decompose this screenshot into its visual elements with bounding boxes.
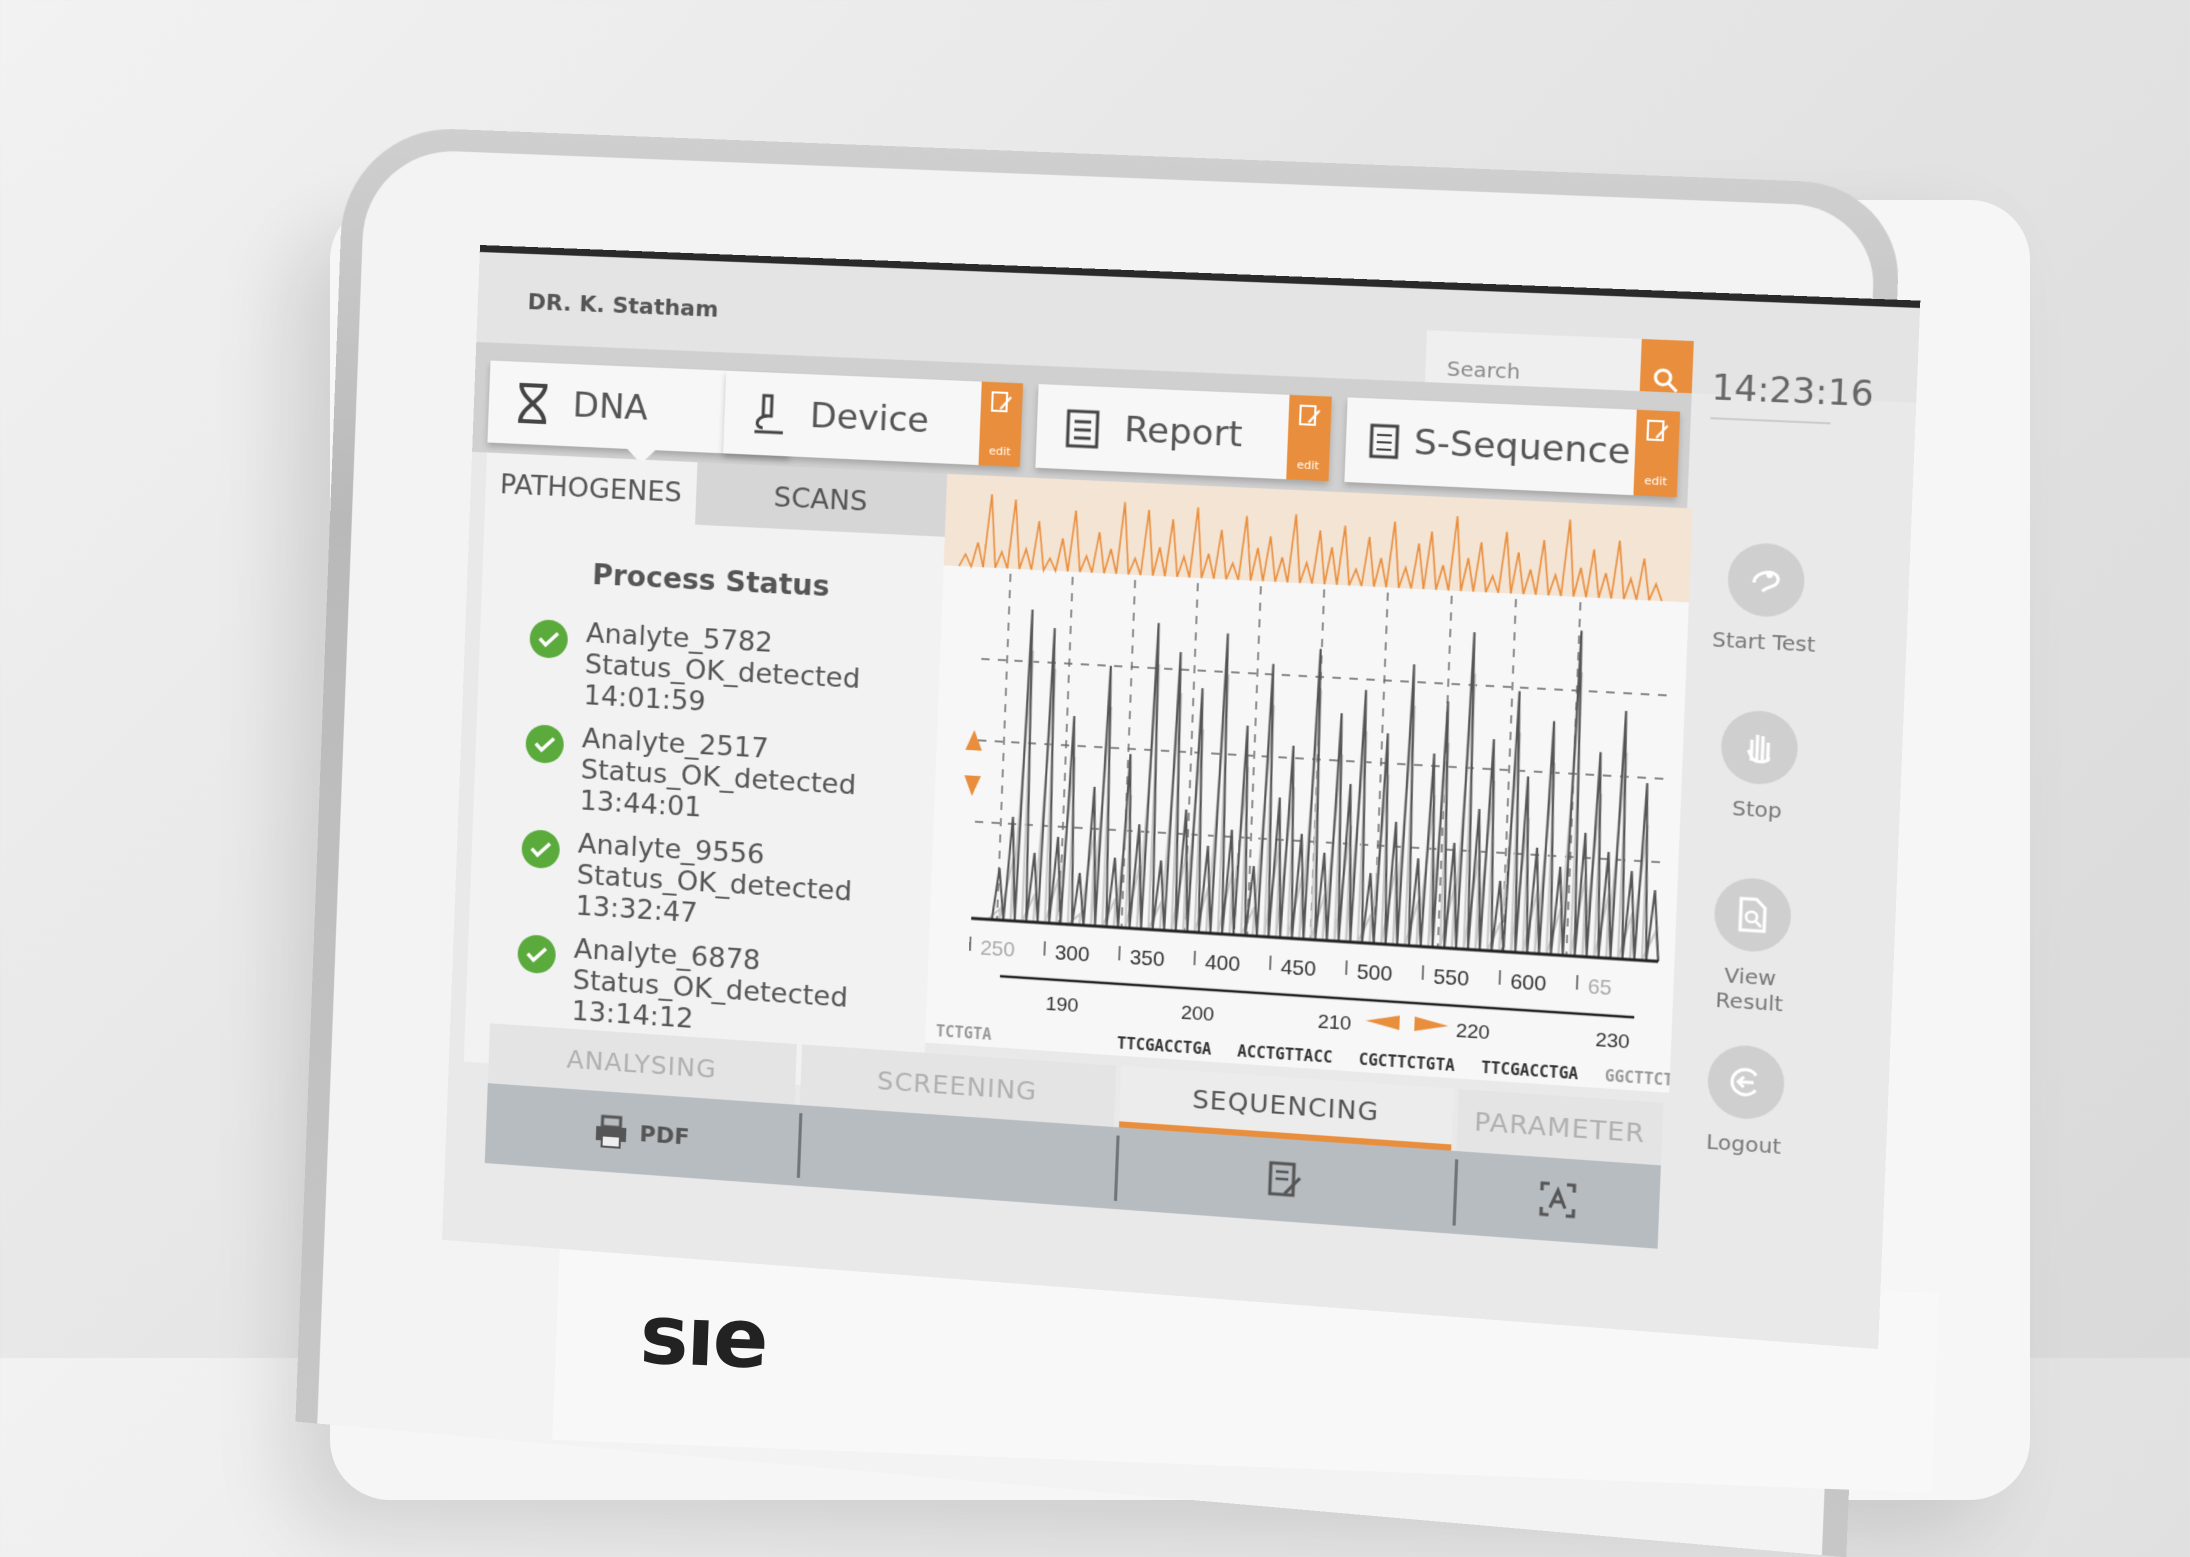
check-circle-icon [525, 723, 565, 765]
screen: DR. K. Statham Search 14:23:16 DNA edit … [441, 245, 1921, 1350]
x-tick-label: 250 [980, 937, 1015, 962]
clipboard-icon [1059, 404, 1106, 451]
start-test-button[interactable]: Start Test [1703, 541, 1828, 658]
tab-pathogenes[interactable]: PATHOGENES [484, 452, 698, 525]
brand-logo: sıe [638, 1287, 769, 1388]
x-tick-label: 65 [1587, 976, 1612, 1000]
position-tick-label: 200 [1181, 1002, 1215, 1026]
tab-device[interactable]: Device edit [723, 370, 1024, 467]
grid-line [975, 822, 1662, 863]
sequence-text: CGCTTCTGTA [1358, 1050, 1455, 1075]
position-tick-label: 220 [1455, 1020, 1490, 1044]
start-test-icon [1726, 541, 1806, 619]
edit-icon [1298, 403, 1322, 429]
x-tick-label: 400 [1205, 951, 1241, 976]
check-circle-icon [529, 618, 569, 660]
tab-dna-label: DNA [571, 385, 649, 429]
tab-scans[interactable]: SCANS [695, 462, 948, 537]
process-status-title: Process Status [591, 557, 831, 604]
tab-s-sequence-label: S-Sequence [1413, 421, 1632, 474]
logout-button[interactable]: Logout [1683, 1042, 1807, 1161]
sequence-text: TTCGACCTGA [1117, 1034, 1212, 1059]
view-result-label: View Result [1715, 962, 1784, 1017]
position-tick-label: 230 [1595, 1029, 1630, 1053]
tab-device-label: Device [809, 395, 930, 442]
check-circle-icon [517, 933, 557, 975]
edit-device-button[interactable]: edit [978, 381, 1024, 467]
logout-icon [1706, 1043, 1786, 1122]
hand-icon [1719, 708, 1800, 787]
tab-report[interactable]: Report edit [1035, 384, 1332, 482]
x-tick-mark [1577, 975, 1578, 990]
tab-report-label: Report [1123, 409, 1244, 456]
search-icon [1652, 367, 1681, 395]
edit-label: edit [988, 444, 1011, 459]
sequence-text: TCTGTA [936, 1022, 992, 1044]
sequence-text: GGCTTCTGTA [1603, 1091, 1692, 1092]
edit-icon [1645, 419, 1670, 445]
x-tick-label: 550 [1433, 966, 1470, 991]
edit-report-button[interactable]: edit [1286, 394, 1332, 482]
x-tick-label: 300 [1054, 942, 1090, 967]
grid-line [981, 659, 1668, 696]
sequence-text: TTCGACCTGA [1481, 1058, 1579, 1083]
edit-s-sequence-button[interactable]: edit [1633, 409, 1681, 498]
text-recognition-button[interactable] [1455, 1151, 1661, 1249]
series-overview-line [959, 491, 1665, 601]
stop-button[interactable]: Stop [1697, 708, 1822, 826]
nav-right-arrow [1414, 1016, 1449, 1034]
x-tick-label: 500 [1356, 961, 1392, 986]
x-tick-mark [1270, 956, 1271, 970]
x-tick-label: 450 [1280, 956, 1316, 981]
clock: 14:23:16 [1710, 366, 1875, 415]
x-tick-mark [1194, 951, 1195, 965]
clock-divider [1710, 417, 1831, 425]
nav-left-arrow [1365, 1013, 1400, 1031]
sequence-text: ACCTGTTACC [1237, 1042, 1333, 1067]
search-document-icon [1713, 876, 1793, 954]
x-tick-mark [1044, 941, 1045, 955]
series-main-line [992, 601, 1671, 961]
stop-label: Stop [1731, 795, 1783, 824]
search-placeholder: Search [1446, 355, 1521, 384]
edit-document-icon [1265, 1159, 1305, 1201]
user-name: DR. K. Statham [527, 289, 719, 323]
sequence-text: GGCTTCTGTA [1604, 1067, 1692, 1092]
position-tick-label: 190 [1045, 993, 1079, 1017]
zoom-down-arrow [963, 775, 981, 797]
x-tick-mark [970, 937, 971, 951]
x-tick-mark [1500, 970, 1501, 985]
x-tick-label: 350 [1129, 947, 1165, 972]
chromatogram: 250 300 350 400 450 500 550 600 65 190 200 210 220 23… [935, 474, 1693, 1093]
x-tick-mark [1346, 960, 1347, 974]
tab-s-sequence[interactable]: S-Sequence edit [1344, 397, 1681, 498]
pdf-label: PDF [639, 1121, 690, 1151]
edit-icon [990, 390, 1014, 415]
sequencing-chart: 250 300 350 400 450 500 550 600 65 190 200 210 220 23… [925, 473, 1693, 1093]
edit-label: edit [1296, 458, 1320, 473]
start-test-label: Start Test [1711, 626, 1816, 658]
action-rail: Start Test Stop View Result Logout [1680, 509, 1829, 1248]
view-result-button[interactable]: View Result [1689, 875, 1814, 1018]
logout-label: Logout [1705, 1128, 1782, 1160]
list-document-icon [1360, 418, 1409, 466]
microscope-icon [746, 391, 792, 437]
x-tick-label: 600 [1510, 971, 1547, 996]
x-tick-mark [1119, 946, 1120, 960]
text-scan-icon [1538, 1180, 1578, 1220]
check-circle-icon [521, 828, 561, 870]
printer-icon [596, 1113, 631, 1152]
x-tick-mark [1423, 965, 1424, 979]
dna-icon [510, 380, 556, 426]
grid-line [978, 740, 1665, 779]
position-tick-label: 210 [1317, 1011, 1351, 1035]
edit-label: edit [1643, 473, 1668, 489]
process-status-panel: PATHOGENES SCANS Process Status Analyte_… [463, 452, 948, 1094]
list-item[interactable]: Analyte_5782 Status_OK_detected 14:01:59 [529, 615, 916, 718]
